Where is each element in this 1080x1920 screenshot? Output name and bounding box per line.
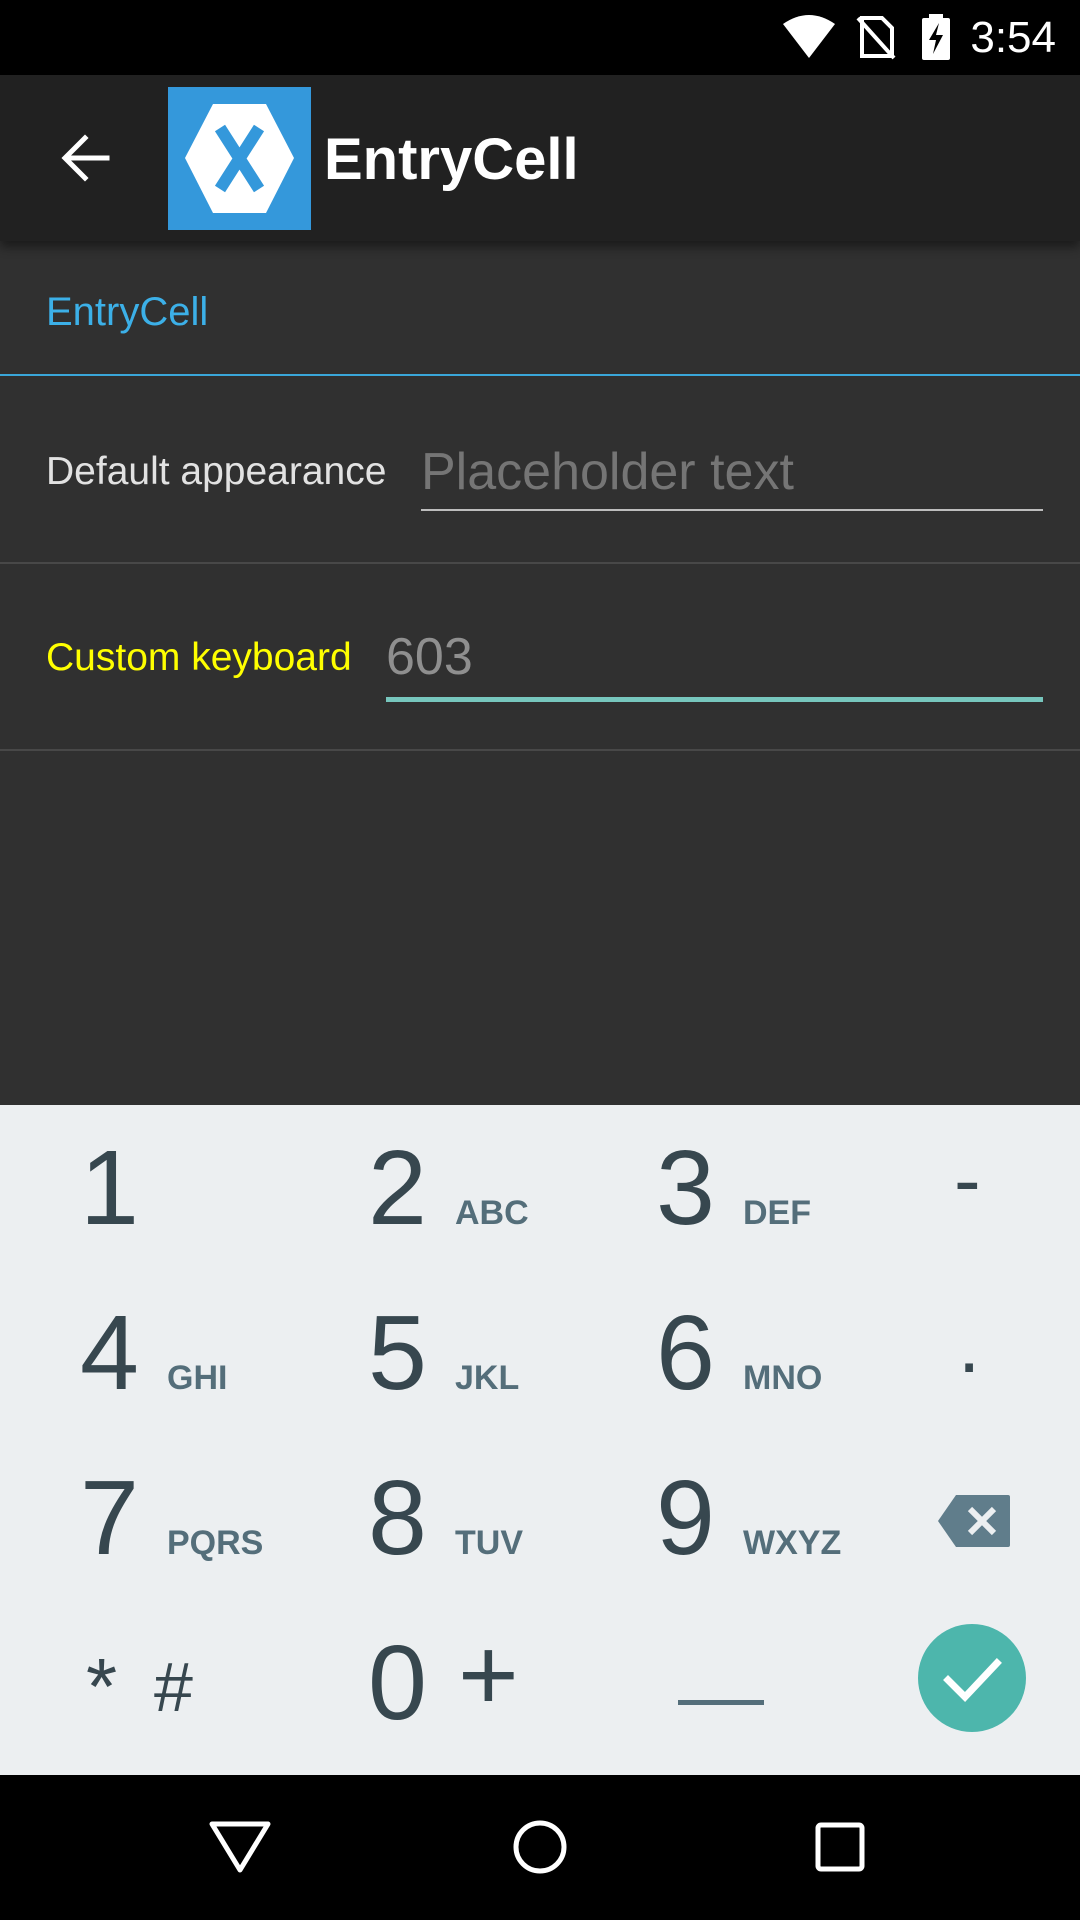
key-digit: 8 xyxy=(368,1459,427,1577)
input-underline-focused xyxy=(386,697,1043,702)
key-7[interactable]: 7 PQRS xyxy=(0,1435,270,1600)
key-1[interactable]: 1 xyxy=(0,1105,270,1270)
key-digit: 7 xyxy=(80,1459,139,1577)
entry-cell-input-default[interactable] xyxy=(421,436,1043,508)
status-time: 3:54 xyxy=(970,13,1056,62)
key-letters: ABC xyxy=(455,1194,529,1232)
nav-recents-button[interactable] xyxy=(790,1797,890,1897)
key-letters: PQRS xyxy=(167,1524,264,1562)
key-digit: 3 xyxy=(656,1129,715,1247)
key-period[interactable]: . xyxy=(864,1270,1080,1435)
key-digit: 5 xyxy=(368,1294,427,1412)
done-button[interactable] xyxy=(864,1600,1080,1765)
status-bar: 3:54 xyxy=(0,0,1080,75)
done-check-icon xyxy=(918,1624,1026,1732)
nav-back-button[interactable] xyxy=(190,1797,290,1897)
back-button[interactable] xyxy=(40,117,130,199)
key-star-hash[interactable]: * # xyxy=(0,1600,270,1765)
section-header: EntryCell xyxy=(46,290,209,334)
key-digit: 1 xyxy=(80,1129,139,1247)
toolbar: EntryCell xyxy=(0,75,1080,241)
app-logo xyxy=(168,87,311,230)
arrow-back-icon xyxy=(61,134,110,182)
key-digit: 4 xyxy=(80,1294,139,1412)
xamarin-logo-icon xyxy=(185,104,294,213)
key-6[interactable]: 6 MNO xyxy=(576,1270,846,1435)
key-8[interactable]: 8 TUV xyxy=(288,1435,558,1600)
space-icon xyxy=(678,1700,764,1705)
key-digit: 9 xyxy=(656,1459,715,1577)
entry-cell-label-default: Default appearance xyxy=(46,450,387,493)
back-triangle-icon xyxy=(209,1821,271,1873)
battery-charging-icon xyxy=(920,14,952,65)
home-circle-icon xyxy=(513,1820,567,1874)
key-symbol: - xyxy=(954,1135,981,1224)
key-2[interactable]: 2 ABC xyxy=(288,1105,558,1270)
key-letters: JKL xyxy=(455,1359,520,1397)
key-digit: 2 xyxy=(368,1129,427,1247)
key-4[interactable]: 4 GHI xyxy=(0,1270,270,1435)
entry-cell-label-custom: Custom keyboard xyxy=(46,636,352,679)
key-digit: 6 xyxy=(656,1294,715,1412)
key-symbol-secondary: + xyxy=(458,1617,519,1733)
numeric-keyboard: 1 2 ABC 3 DEF - 4 GHI 5 JKL 6 MNO . 7 PQ… xyxy=(0,1105,1080,1775)
key-digit: 0 xyxy=(368,1624,427,1742)
key-letters: MNO xyxy=(743,1359,823,1397)
nav-home-button[interactable] xyxy=(490,1797,590,1897)
recents-square-icon xyxy=(815,1822,865,1872)
key-3[interactable]: 3 DEF xyxy=(576,1105,846,1270)
input-underline xyxy=(421,509,1043,511)
entry-cell-input-custom[interactable]: 603 xyxy=(386,622,1043,694)
key-letters: GHI xyxy=(167,1359,228,1397)
key-symbol: . xyxy=(958,1300,981,1389)
key-minus[interactable]: - xyxy=(864,1105,1080,1270)
page-title: EntryCell xyxy=(324,127,579,192)
section-divider xyxy=(0,374,1080,376)
backspace-button[interactable] xyxy=(864,1435,1080,1600)
navigation-bar xyxy=(0,1775,1080,1920)
key-symbol: * xyxy=(86,1642,118,1731)
no-sim-icon xyxy=(856,14,896,65)
key-letters: DEF xyxy=(743,1194,811,1232)
key-0[interactable]: 0 + xyxy=(288,1600,558,1765)
key-letters: TUV xyxy=(455,1524,523,1562)
wifi-icon xyxy=(781,14,837,65)
space-button[interactable] xyxy=(576,1600,846,1765)
key-5[interactable]: 5 JKL xyxy=(288,1270,558,1435)
key-symbol-secondary: # xyxy=(154,1648,193,1726)
row-divider xyxy=(0,749,1080,751)
key-9[interactable]: 9 WXYZ xyxy=(576,1435,846,1600)
backspace-icon xyxy=(938,1495,1010,1547)
key-letters: WXYZ xyxy=(743,1524,842,1562)
row-divider xyxy=(0,562,1080,564)
